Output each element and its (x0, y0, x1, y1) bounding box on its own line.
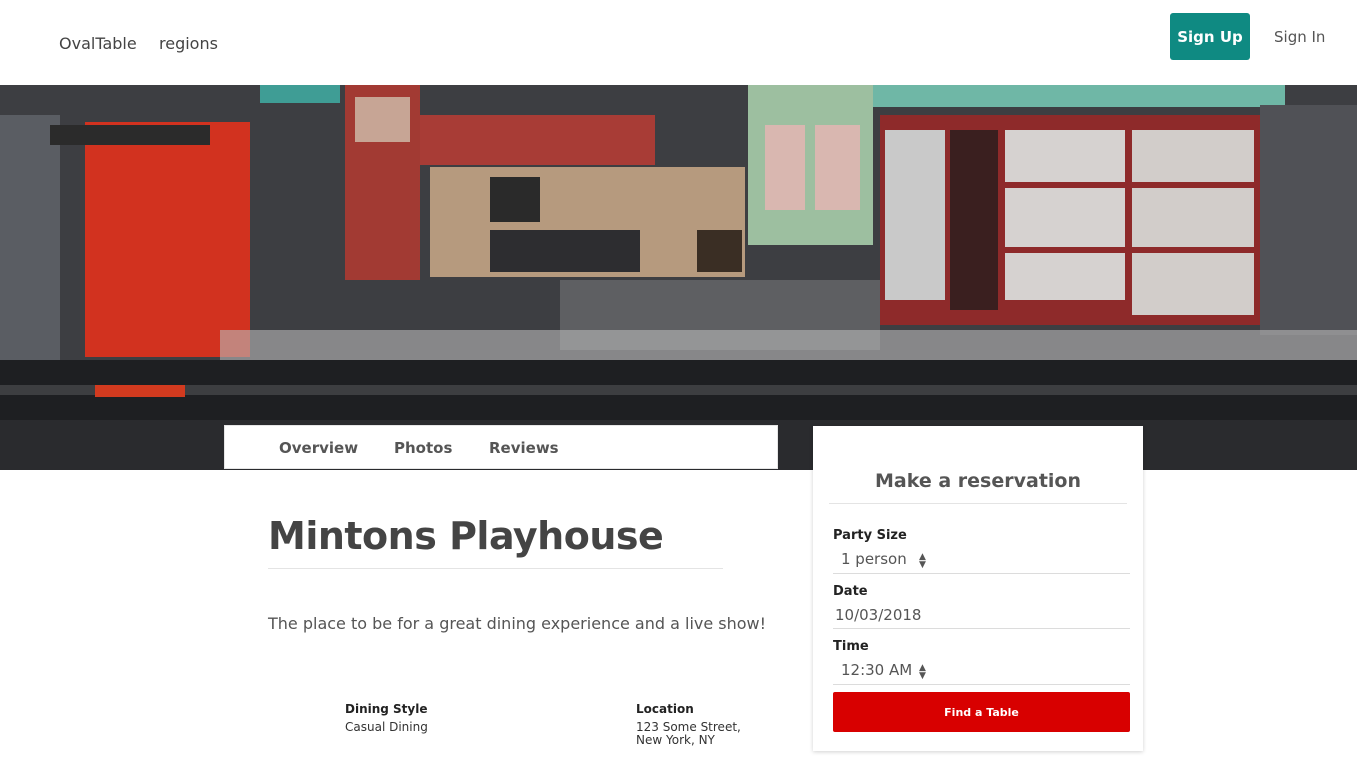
time-underline (833, 684, 1130, 685)
sign-up-button[interactable]: Sign Up (1170, 13, 1250, 60)
select-arrows-icon: ▲ ▼ (919, 663, 926, 681)
restaurant-name: Mintons Playhouse (268, 514, 664, 558)
tab-reviews[interactable]: Reviews (489, 439, 559, 457)
date-input[interactable]: 10/03/2018 (835, 606, 921, 624)
date-label: Date (833, 584, 868, 599)
title-divider (268, 568, 723, 569)
date-underline (833, 628, 1130, 629)
select-arrows-icon: ▲ ▼ (919, 552, 926, 570)
time-label: Time (833, 639, 869, 654)
tab-photos[interactable]: Photos (394, 439, 452, 457)
reservation-divider (829, 503, 1127, 504)
restaurant-tagline: The place to be for a great dining exper… (268, 614, 767, 633)
sign-in-link[interactable]: Sign In (1274, 28, 1325, 46)
brand-link[interactable]: OvalTable (59, 34, 137, 53)
location-line-2: New York, NY (636, 733, 715, 747)
find-table-button[interactable]: Find a Table (833, 692, 1130, 732)
dining-style-value: Casual Dining (345, 720, 428, 734)
regions-link[interactable]: regions (159, 34, 218, 53)
party-size-label: Party Size (833, 528, 907, 543)
location-label: Location (636, 702, 694, 716)
reservation-card: Make a reservation Party Size 1 person ▲… (813, 426, 1143, 751)
tab-overview[interactable]: Overview (279, 439, 358, 457)
top-navigation: OvalTable regions Sign Up Sign In (0, 0, 1357, 85)
restaurant-hero-image (0, 85, 1357, 470)
party-size-value: 1 person (841, 550, 907, 568)
dining-style-label: Dining Style (345, 702, 428, 716)
restaurant-tabs: Overview Photos Reviews (224, 425, 778, 469)
reservation-title: Make a reservation (875, 470, 1081, 492)
time-value: 12:30 AM (841, 661, 913, 679)
party-size-underline (833, 573, 1130, 574)
